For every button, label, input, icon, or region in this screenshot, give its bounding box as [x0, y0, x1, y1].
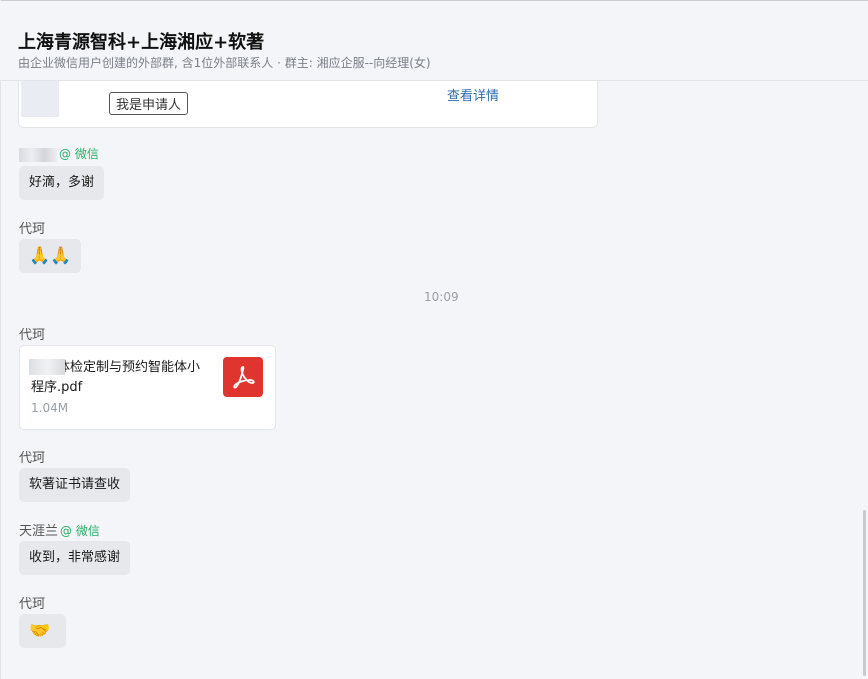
message-sender[interactable]: 代珂	[19, 447, 45, 466]
approval-card[interactable]: 查看详情 我是申请人	[18, 81, 598, 128]
message-list[interactable]: 查看详情 我是申请人 @ 微信 好滴，多谢 代珂 🙏🙏 10:09 代珂 健康体…	[0, 81, 868, 679]
sender-name: 天涯兰	[19, 524, 59, 539]
chat-title: 上海青源智科+上海湘应+软著	[18, 32, 265, 53]
blurred-file-prefix	[29, 359, 65, 375]
applicant-tag: 我是申请人	[109, 92, 189, 115]
message-bubble-emoji[interactable]: 🙏🙏	[19, 239, 82, 273]
message-bubble-emoji[interactable]: 🤝	[19, 614, 67, 648]
message-bubble[interactable]: 软著证书请查收	[19, 468, 131, 502]
message-sender[interactable]: 代珂	[19, 218, 45, 237]
chat-subtitle: 由企业微信用户创建的外部群, 含1位外部联系人 · 群主: 湘应企服--向经理(…	[18, 56, 431, 70]
scrollbar[interactable]	[863, 510, 866, 676]
wechat-tag: @ 微信	[60, 524, 100, 538]
card-thumbnail	[21, 81, 59, 117]
view-details-link[interactable]: 查看详情	[447, 85, 499, 104]
file-size: 1.04M	[31, 401, 69, 415]
message-sender[interactable]: 代珂	[19, 324, 45, 343]
message-bubble[interactable]: 收到，非常感谢	[19, 541, 131, 575]
chat-header: 上海青源智科+上海湘应+软著 由企业微信用户创建的外部群, 含1位外部联系人 ·…	[0, 1, 868, 81]
blurred-sender-name	[19, 147, 57, 162]
message-sender[interactable]: 天涯兰 @ 微信	[19, 520, 100, 539]
message-timestamp: 10:09	[424, 290, 459, 304]
message-sender[interactable]: @ 微信	[19, 145, 99, 162]
file-message-card[interactable]: 健康体检定制与预约智能体小程序.pdf 1.04M	[19, 345, 276, 430]
wechat-tag: @ 微信	[59, 147, 99, 161]
message-sender[interactable]: 代珂	[19, 593, 45, 612]
message-bubble[interactable]: 好滴，多谢	[19, 166, 105, 200]
pdf-icon	[223, 357, 263, 397]
